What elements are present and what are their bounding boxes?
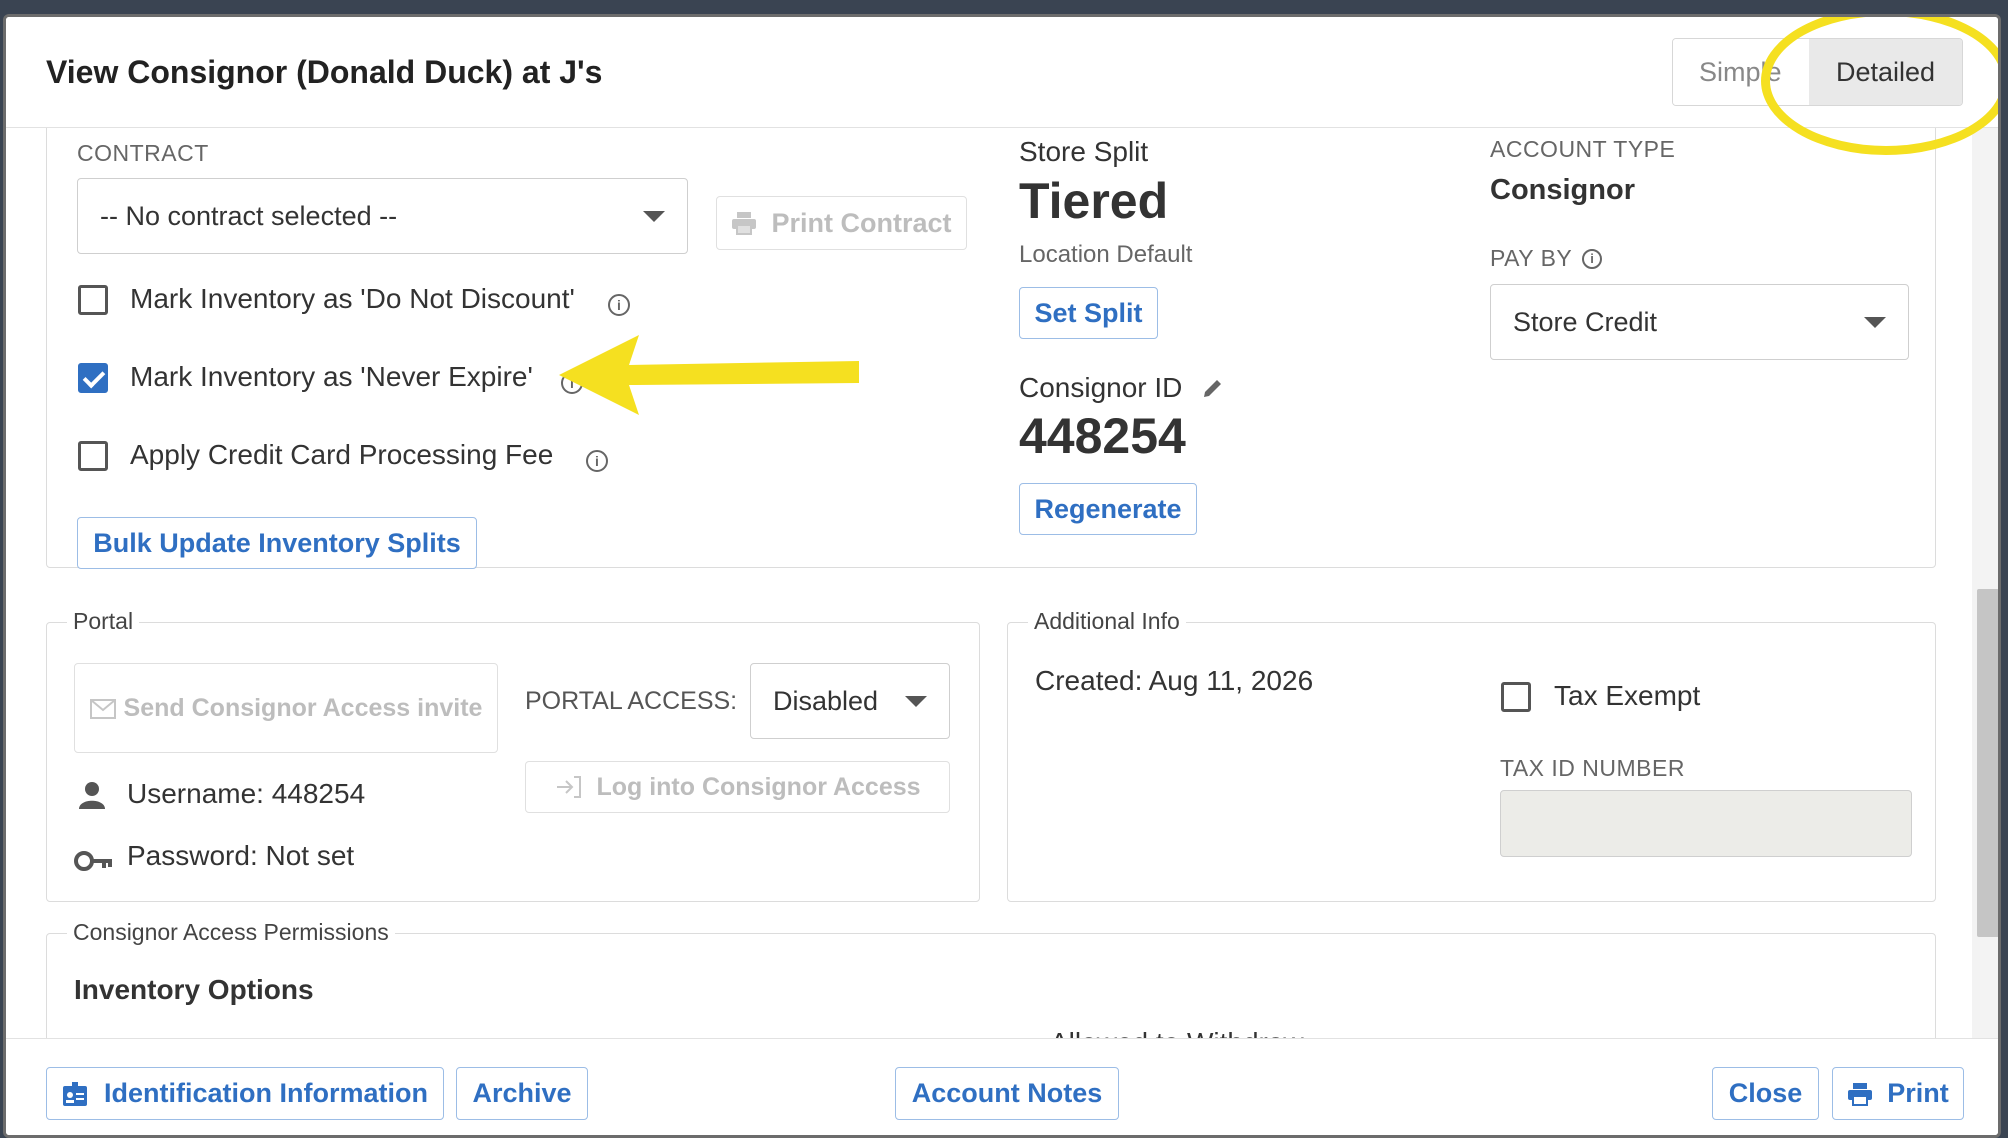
log-into-access-button[interactable]: Log into Consignor Access [525,761,950,813]
pay-by-label: PAY BY [1490,245,1573,271]
store-split-label: Store Split [1019,136,1149,167]
chevron-down-icon [905,696,927,707]
portal-password: Password: Not set [127,840,355,871]
tax-id-label: TAX ID NUMBER [1500,755,1685,781]
arrow-annotation [559,335,859,415]
id-badge-icon [63,1081,87,1106]
envelope-icon [90,699,116,719]
close-button[interactable]: Close [1712,1067,1819,1120]
do-not-discount-checkbox[interactable] [78,285,108,315]
modal-header: View Consignor (Donald Duck) at J's Simp… [6,17,1998,128]
tax-exempt-checkbox[interactable] [1501,682,1531,712]
consignor-modal: View Consignor (Donald Duck) at J's Simp… [3,14,2001,1138]
account-type-label: ACCOUNT TYPE [1490,136,1676,162]
consignor-id-label: Consignor ID [1019,372,1183,403]
info-icon[interactable]: i [586,450,608,472]
credit-card-fee-label: Apply Credit Card Processing Fee [130,439,554,470]
created-date: Created: Aug 11, 2026 [1035,665,1314,696]
account-notes-button[interactable]: Account Notes [895,1067,1119,1120]
user-icon [79,782,105,809]
portal-access-label: PORTAL ACCESS: [525,687,738,715]
permissions-legend: Consignor Access Permissions [67,919,395,946]
store-split-sub: Location Default [1019,241,1193,268]
identification-info-label: Identification Information [104,1078,428,1108]
pay-by-value: Store Credit [1513,306,1658,337]
log-into-access-label: Log into Consignor Access [596,772,921,801]
regenerate-button[interactable]: Regenerate [1019,483,1197,535]
pay-by-select[interactable]: Store Credit [1490,284,1909,360]
set-split-button[interactable]: Set Split [1019,287,1158,339]
info-icon[interactable]: i [1582,248,1603,269]
contract-select-value: -- No contract selected -- [100,200,398,231]
pencil-icon[interactable] [1202,377,1224,399]
contract-label: CONTRACT [77,140,209,166]
portal-access-select[interactable]: Disabled [750,663,950,739]
additional-info-legend: Additional Info [1028,608,1186,635]
modal-body: CONTRACT -- No contract selected -- Prin… [6,128,1998,1038]
print-contract-label: Print Contract [771,207,952,238]
archive-button[interactable]: Archive [456,1067,588,1120]
print-contract-button[interactable]: Print Contract [716,196,967,250]
never-expire-label: Mark Inventory as 'Never Expire' [130,361,533,392]
portal-legend: Portal [67,608,140,635]
permissions-fieldset: Consignor Access Permissions Inventory O… [46,919,1936,1038]
allowed-to-withdraw-label: Allowed to Withdraw [1050,1027,1304,1038]
consignor-id-value: 448254 [1019,408,1186,464]
scrollbar-thumb[interactable] [1977,589,1998,937]
identification-info-button[interactable]: Identification Information [46,1067,444,1120]
modal-footer: Identification Information Archive Accou… [6,1038,1998,1135]
send-invite-label: Send Consignor Access invite [123,693,483,722]
additional-info-fieldset: Additional Info Created: Aug 11, 2026 Ta… [1007,608,1936,902]
account-type-value: Consignor [1490,174,1635,206]
tax-id-input[interactable] [1500,790,1912,857]
never-expire-checkbox[interactable] [78,363,108,393]
print-button[interactable]: Print [1832,1067,1964,1120]
credit-card-fee-checkbox[interactable] [78,441,108,471]
send-invite-button[interactable]: Send Consignor Access invite [74,663,498,753]
chevron-down-icon [643,211,665,222]
contract-panel: CONTRACT -- No contract selected -- Prin… [46,128,1936,569]
inventory-options-heading: Inventory Options [74,974,314,1005]
pay-by-header: PAY BY i [1490,245,1603,272]
portal-username: Username: 448254 [127,778,366,809]
print-label: Print [1887,1078,1949,1108]
contract-select[interactable]: -- No contract selected -- [77,178,688,254]
key-icon [74,851,112,871]
chevron-down-icon [1864,317,1886,328]
do-not-discount-label: Mark Inventory as 'Do Not Discount' [130,283,575,314]
bulk-update-splits-button[interactable]: Bulk Update Inventory Splits [77,517,477,569]
store-split-value: Tiered [1019,173,1169,229]
login-icon [557,776,582,798]
portal-fieldset: Portal Send Consignor Access invite PORT… [46,608,980,902]
tax-exempt-label: Tax Exempt [1554,680,1701,711]
printer-icon [1848,1082,1873,1106]
portal-access-value: Disabled [773,685,879,716]
consignor-id-header: Consignor ID [1019,372,1224,404]
printer-icon [732,212,757,235]
modal-title: View Consignor (Donald Duck) at J's [46,54,603,90]
info-icon[interactable]: i [608,294,630,316]
